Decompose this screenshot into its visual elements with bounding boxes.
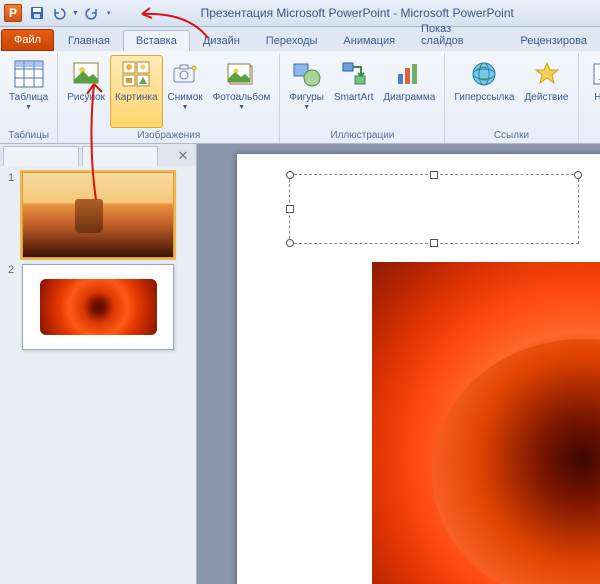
- panel-tab-slides[interactable]: [3, 146, 79, 166]
- slide-panel: ✕ 1 2: [0, 144, 197, 584]
- smartart-button[interactable]: SmartArt: [329, 55, 378, 128]
- action-label: Действие: [525, 92, 569, 103]
- tab-insert[interactable]: Вставка: [123, 30, 190, 51]
- redo-button[interactable]: [82, 3, 102, 23]
- group-illustrations-label: Иллюстрации: [330, 128, 394, 143]
- workarea: ✕ 1 2: [0, 144, 600, 584]
- slide-image[interactable]: [372, 262, 600, 584]
- group-links: Гиперссылка Действие Ссылки: [445, 53, 578, 143]
- slide-thumb-2[interactable]: 2: [8, 264, 188, 350]
- action-button[interactable]: Действие: [520, 55, 574, 128]
- chart-icon: [393, 58, 425, 90]
- photoalbum-button[interactable]: Фотоальбом ▼: [208, 55, 276, 128]
- group-text: A Над: [579, 53, 600, 143]
- photoalbum-icon: [226, 58, 258, 90]
- group-images-label: Изображения: [137, 128, 200, 143]
- smartart-label: SmartArt: [334, 92, 373, 103]
- clipart-label: Картинка: [115, 92, 158, 103]
- app-logo: P: [4, 4, 22, 22]
- slide-canvas[interactable]: [237, 154, 600, 584]
- chart-label: Диаграмма: [383, 92, 435, 103]
- table-button[interactable]: Таблица ▼: [4, 55, 53, 128]
- tab-design[interactable]: Дизайн: [190, 30, 253, 51]
- action-icon: [531, 58, 563, 90]
- picture-label: Рисунок: [67, 92, 105, 103]
- shapes-icon: [291, 58, 323, 90]
- photoalbum-dropdown-icon: ▼: [238, 104, 245, 111]
- snapshot-dropdown-icon: ▼: [182, 104, 189, 111]
- group-images: Рисунок Картинка Снимок ▼ Фотоальбом: [58, 53, 280, 143]
- undo-dropdown[interactable]: ▼: [72, 10, 79, 17]
- group-tables-label: Таблицы: [8, 128, 49, 143]
- table-icon: [13, 58, 45, 90]
- table-dropdown-icon: ▼: [25, 104, 32, 111]
- tab-home[interactable]: Главная: [55, 30, 123, 51]
- canvas-area[interactable]: [197, 144, 600, 584]
- slide-1-image: [23, 173, 173, 257]
- title-placeholder[interactable]: [289, 174, 579, 244]
- shapes-button[interactable]: Фигуры ▼: [284, 55, 328, 128]
- ribbon: Таблица ▼ Таблицы Рисунок Картинка: [0, 51, 600, 144]
- qat-customize[interactable]: ▾: [107, 9, 111, 17]
- group-tables: Таблица ▼ Таблицы: [0, 53, 58, 143]
- slide-number: 1: [8, 172, 22, 258]
- tab-transitions[interactable]: Переходы: [253, 30, 331, 51]
- hyperlink-button[interactable]: Гиперссылка: [449, 55, 519, 128]
- tab-review[interactable]: Рецензирова: [507, 30, 600, 51]
- save-button[interactable]: [27, 3, 47, 23]
- shapes-label: Фигуры: [289, 92, 323, 103]
- group-links-label: Ссылки: [494, 128, 529, 143]
- snapshot-icon: [169, 58, 201, 90]
- ribbon-tabs: Файл Главная Вставка Дизайн Переходы Ани…: [0, 27, 600, 51]
- hyperlink-icon: [468, 58, 500, 90]
- slide-2-image: [40, 279, 157, 334]
- hyperlink-label: Гиперссылка: [454, 92, 514, 103]
- clipart-button[interactable]: Картинка: [110, 55, 163, 128]
- table-label: Таблица: [9, 92, 48, 103]
- textbox-button[interactable]: A Над: [583, 55, 600, 128]
- undo-button[interactable]: [49, 3, 69, 23]
- panel-tabs: ✕: [0, 144, 196, 166]
- clipart-icon: [120, 58, 152, 90]
- slide-number: 2: [8, 264, 22, 350]
- tab-slideshow[interactable]: Показ слайдов: [408, 18, 507, 51]
- textbox-icon: A: [588, 58, 600, 90]
- title-bar: P ▼ ▾ Презентация Microsoft PowerPoint -…: [0, 0, 600, 27]
- textbox-label: Над: [594, 92, 600, 103]
- tab-file[interactable]: Файл: [1, 29, 54, 51]
- slide-thumb-1[interactable]: 1: [8, 172, 188, 258]
- shapes-dropdown-icon: ▼: [303, 104, 310, 111]
- chart-button[interactable]: Диаграмма: [378, 55, 440, 128]
- panel-tab-outline[interactable]: [82, 146, 158, 166]
- snapshot-label: Снимок: [168, 92, 203, 103]
- snapshot-button[interactable]: Снимок ▼: [163, 55, 208, 128]
- picture-button[interactable]: Рисунок: [62, 55, 110, 128]
- tab-animation[interactable]: Анимация: [330, 30, 408, 51]
- picture-icon: [70, 58, 102, 90]
- photoalbum-label: Фотоальбом: [213, 92, 271, 103]
- panel-close-button[interactable]: ✕: [174, 146, 192, 166]
- window-title: Презентация Microsoft PowerPoint - Micro…: [114, 6, 600, 20]
- smartart-icon: [338, 58, 370, 90]
- group-illustrations: Фигуры ▼ SmartArt Диаграмма Иллюстрации: [280, 53, 445, 143]
